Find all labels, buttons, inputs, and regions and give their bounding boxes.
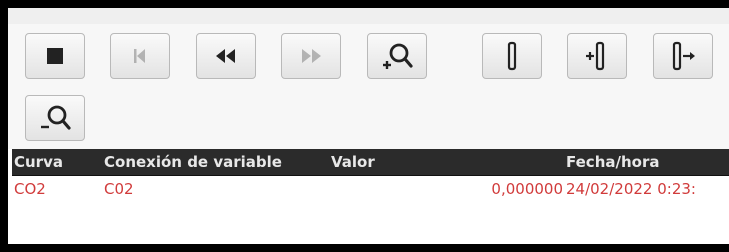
ruler-icon	[504, 41, 520, 71]
ruler-left-button[interactable]	[567, 33, 627, 79]
zoom-in-button[interactable]	[367, 33, 427, 79]
rewind-button[interactable]	[196, 33, 256, 79]
first-button[interactable]	[110, 33, 170, 79]
table-row[interactable]: CO2 C02 0,000000 24/02/2022 0:23:	[12, 176, 729, 203]
stop-icon	[45, 46, 65, 66]
cell-curva: CO2	[14, 180, 46, 198]
stop-button[interactable]	[25, 33, 85, 79]
zoom-out-button[interactable]	[25, 95, 85, 141]
zoom-out-icon	[38, 103, 72, 133]
forward-button[interactable]	[281, 33, 341, 79]
ruler-move-right-icon	[669, 41, 697, 71]
ruler-button[interactable]	[482, 33, 542, 79]
cell-fecha: 24/02/2022 0:23:	[566, 180, 696, 198]
header-curva[interactable]: Curva	[14, 149, 104, 176]
curve-table: Curva Conexión de variable Valor Fecha/h…	[8, 149, 729, 244]
header-conexion[interactable]: Conexión de variable	[104, 149, 331, 176]
rewind-icon	[213, 45, 239, 67]
zoom-in-icon	[380, 41, 414, 71]
table-header: Curva Conexión de variable Valor Fecha/h…	[12, 149, 729, 176]
trend-toolbar	[8, 8, 729, 153]
trend-view-window: Curva Conexión de variable Valor Fecha/h…	[8, 8, 729, 244]
ruler-move-left-icon	[583, 41, 611, 71]
ruler-right-button[interactable]	[653, 33, 713, 79]
cell-valor: 0,000000	[491, 180, 563, 198]
fast-forward-icon	[298, 45, 324, 67]
skip-to-start-icon	[129, 45, 151, 67]
cell-conexion: C02	[104, 180, 134, 198]
header-fecha[interactable]: Fecha/hora	[566, 149, 729, 176]
toolbar-top-strip	[8, 8, 729, 24]
header-valor[interactable]: Valor	[331, 149, 531, 176]
